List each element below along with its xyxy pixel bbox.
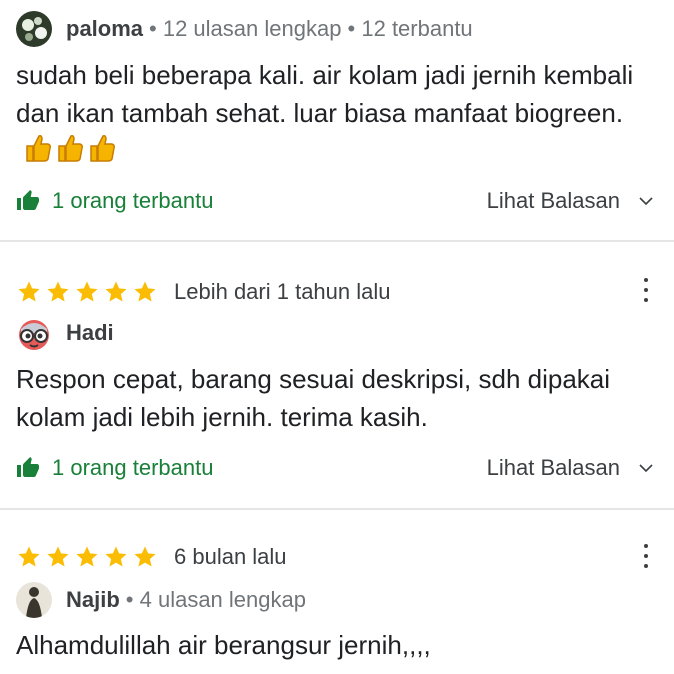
helpful-count: 1 orang terbantu — [52, 455, 214, 480]
view-replies-button[interactable]: Lihat Balasan — [487, 455, 654, 481]
helpful-count: 1 orang terbantu — [52, 188, 214, 213]
more-options-dot — [644, 554, 648, 558]
helpful-button[interactable]: 1 orang terbantu — [16, 455, 213, 481]
star-icon — [47, 546, 69, 567]
avatar[interactable] — [16, 315, 52, 351]
author-name[interactable]: Najib — [66, 587, 120, 613]
star-icon — [76, 281, 98, 302]
more-options-dot — [644, 298, 648, 302]
review-text-block: sudah beli beberapa kali. air kolam jadi… — [16, 56, 666, 170]
star-rating — [16, 280, 158, 304]
star-icon — [105, 281, 127, 302]
review-text: sudah beli beberapa kali. air kolam jadi… — [16, 60, 634, 128]
review-card: paloma • 12 ulasan lengkap • 12 terbantu… — [0, 0, 674, 240]
author-name[interactable]: Hadi — [66, 320, 114, 346]
view-replies-label: Lihat Balasan — [486, 188, 620, 213]
more-options-button[interactable] — [634, 542, 658, 570]
star-icon — [47, 281, 69, 302]
star-icon — [76, 546, 98, 567]
star-icon — [134, 546, 156, 567]
more-options-dot — [644, 288, 648, 292]
more-options-button[interactable] — [634, 276, 658, 304]
star-icon — [18, 281, 40, 302]
review-author: Hadi — [16, 314, 114, 352]
review-card: Lebih dari 1 tahun lalu Hadi Respon cepa… — [0, 242, 674, 508]
chevron-down-icon — [639, 464, 653, 473]
review-text: Alhamdulillah air berangsur jernih,,,, — [16, 630, 431, 660]
more-options-icon — [644, 278, 648, 282]
author-meta: • 12 ulasan lengkap • 12 terbantu — [149, 16, 473, 41]
star-icon — [18, 546, 40, 567]
review-author: Najib • 4 ulasan lengkap — [16, 581, 306, 619]
avatar[interactable] — [16, 582, 52, 618]
star-icon — [134, 281, 156, 302]
more-options-dot — [644, 564, 648, 568]
helpful-button[interactable]: 1 orang terbantu — [16, 188, 213, 214]
thumbs-up-emoji-icon — [26, 135, 51, 162]
review-text: Respon cepat, barang sesuai deskripsi, s… — [16, 364, 611, 432]
star-rating — [16, 545, 158, 569]
review-card: 6 bulan lalu Najib • 4 ulasan lengkap Al… — [0, 510, 674, 674]
author-meta: • 4 ulasan lengkap — [125, 587, 306, 612]
chevron-down-icon — [639, 197, 653, 206]
thumbs-up-emoji-icon — [90, 135, 115, 162]
review-author: paloma • 12 ulasan lengkap • 12 terbantu — [16, 10, 473, 48]
star-icon — [105, 546, 127, 567]
review-date: 6 bulan lalu — [174, 544, 287, 569]
author-name[interactable]: paloma — [66, 16, 143, 42]
thumbs-up-emoji — [24, 133, 116, 163]
view-replies-label: Lihat Balasan — [486, 455, 620, 480]
avatar[interactable] — [16, 11, 52, 47]
more-options-icon — [644, 544, 648, 548]
view-replies-button[interactable]: Lihat Balasan — [487, 188, 654, 214]
thumbs-up-icon — [17, 190, 39, 210]
review-date: Lebih dari 1 tahun lalu — [174, 279, 391, 304]
thumbs-up-emoji-icon — [58, 135, 83, 162]
thumbs-up-icon — [17, 457, 39, 477]
